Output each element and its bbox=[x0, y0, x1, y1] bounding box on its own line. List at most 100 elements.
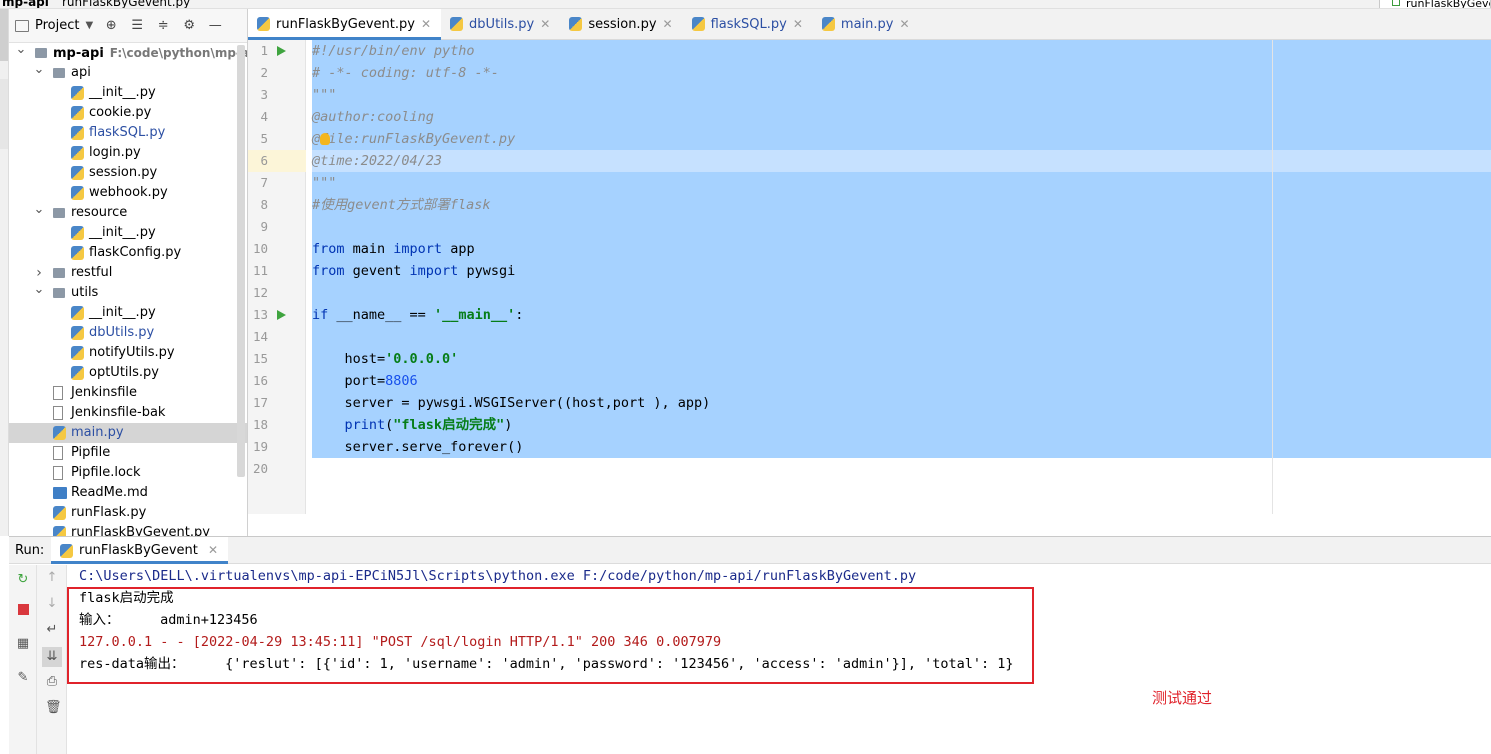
code-line[interactable]: 14 bbox=[248, 326, 1491, 348]
editor-tab[interactable]: session.py ✕ bbox=[560, 9, 682, 40]
tree-item[interactable]: ReadMe.md bbox=[9, 483, 247, 503]
tree-item[interactable]: login.py bbox=[9, 143, 247, 163]
chevron-down-icon[interactable]: ⌄ bbox=[15, 40, 27, 60]
scroll-to-end-icon[interactable]: ⇊ bbox=[42, 647, 62, 667]
layout-icon[interactable]: ▦ bbox=[16, 637, 30, 651]
code-line[interactable]: 19 server.serve_forever() bbox=[248, 436, 1491, 458]
editor-tab[interactable]: main.py ✕ bbox=[813, 9, 920, 40]
code-text: """ bbox=[312, 172, 336, 194]
print-icon[interactable]: ⎙ bbox=[45, 675, 59, 689]
code-line[interactable]: 16 port=8806 bbox=[248, 370, 1491, 392]
code-line[interactable]: 6 @time:2022/04/23 bbox=[248, 150, 1491, 172]
tree-item[interactable]: main.py bbox=[9, 423, 247, 443]
line-number: 12 bbox=[252, 285, 268, 300]
tree-item[interactable]: runFlask.py bbox=[9, 503, 247, 523]
code-line[interactable]: 10 from main import app bbox=[248, 238, 1491, 260]
code-line[interactable]: 5 @file:runFlaskByGevent.py bbox=[248, 128, 1491, 150]
run-tab[interactable]: runFlaskByGevent ✕ bbox=[51, 537, 229, 564]
project-panel-title[interactable]: Project bbox=[35, 18, 79, 33]
code-line[interactable]: 13 if __name__ == '__main__': bbox=[248, 304, 1491, 326]
pin-icon[interactable]: ✎ bbox=[16, 671, 30, 685]
expand-all-icon[interactable]: ☰ bbox=[129, 18, 145, 34]
close-icon[interactable]: ✕ bbox=[663, 17, 673, 31]
chevron-down-icon[interactable]: ⌄ bbox=[33, 200, 45, 220]
breadcrumb-file[interactable]: runFlaskByGevent.py bbox=[62, 0, 190, 8]
code-line[interactable]: 8 #使用gevent方式部署flask bbox=[248, 194, 1491, 216]
soft-wrap-icon[interactable]: ↵ bbox=[45, 623, 59, 637]
tree-item[interactable]: __init__.py bbox=[9, 303, 247, 323]
tree-item[interactable]: Pipfile.lock bbox=[9, 463, 247, 483]
console-output[interactable]: 测试通过 C:\Users\DELL\.virtualenvs\mp-api-E… bbox=[67, 565, 1491, 754]
tree-item[interactable]: Jenkinsfile bbox=[9, 383, 247, 403]
tree-item[interactable]: session.py bbox=[9, 163, 247, 183]
tree-item[interactable]: Jenkinsfile-bak bbox=[9, 403, 247, 423]
tree-item[interactable]: ⌄ api bbox=[9, 60, 247, 83]
stop-icon[interactable] bbox=[16, 604, 30, 618]
code-line[interactable]: 20 bbox=[248, 458, 1491, 480]
tree-item[interactable]: __init__.py bbox=[9, 83, 247, 103]
console-line: 127.0.0.1 - - [2022-04-29 13:45:11] "POS… bbox=[79, 634, 722, 650]
line-number: 19 bbox=[252, 439, 268, 454]
code-line[interactable]: 11 from gevent import pywsgi bbox=[248, 260, 1491, 282]
code-line[interactable]: 3 """ bbox=[248, 84, 1491, 106]
code-token: server = pywsgi.WSGIServer((host,port ),… bbox=[312, 395, 711, 411]
project-tree: ⌄ mp-api F:\code\python\mp-ap ⌄ api __init__.… bbox=[9, 40, 247, 536]
code-text: """ bbox=[312, 84, 336, 106]
code-token: server.serve_forever() bbox=[312, 439, 524, 455]
project-scrollbar[interactable] bbox=[237, 45, 245, 477]
breadcrumb-project[interactable]: mp-api bbox=[2, 0, 49, 8]
code-line[interactable]: 18 print("flask启动完成") bbox=[248, 414, 1491, 436]
arrow-down-icon[interactable]: ↓ bbox=[45, 597, 59, 611]
code-line[interactable]: 1 #!/usr/bin/env pytho bbox=[248, 40, 1491, 62]
tree-item[interactable]: ⌄ resource bbox=[9, 200, 247, 223]
editor-tab[interactable]: dbUtils.py ✕ bbox=[441, 9, 560, 40]
tree-item[interactable]: optUtils.py bbox=[9, 363, 247, 383]
run-tab-label: runFlaskByGevent bbox=[79, 543, 198, 558]
chevron-down-icon[interactable]: ▼ bbox=[85, 20, 93, 31]
python-file-icon bbox=[71, 366, 84, 380]
lightbulb-icon[interactable] bbox=[320, 133, 330, 145]
code-line[interactable]: 4 @author:cooling bbox=[248, 106, 1491, 128]
rerun-icon[interactable]: ↻ bbox=[16, 573, 30, 587]
close-icon[interactable]: ✕ bbox=[899, 17, 909, 31]
tree-item[interactable]: cookie.py bbox=[9, 103, 247, 123]
close-icon[interactable]: ✕ bbox=[421, 17, 431, 31]
tree-item[interactable]: runFlaskByGevent.py bbox=[9, 523, 247, 536]
python-file-icon bbox=[71, 106, 84, 120]
line-number: 4 bbox=[260, 109, 268, 124]
right-margin-guide bbox=[1272, 40, 1273, 514]
jenkins-tool-tab[interactable] bbox=[0, 79, 8, 149]
tree-item[interactable]: dbUtils.py bbox=[9, 323, 247, 343]
editor-tab[interactable]: runFlaskByGevent.py ✕ bbox=[248, 9, 442, 40]
code-line[interactable]: 15 host='0.0.0.0' bbox=[248, 348, 1491, 370]
gear-icon[interactable]: ⚙ bbox=[181, 18, 197, 34]
code-editor[interactable]: 1 #!/usr/bin/env pytho 2 # -*- coding: utf-… bbox=[248, 40, 1491, 514]
code-line[interactable]: 12 bbox=[248, 282, 1491, 304]
close-icon[interactable]: ✕ bbox=[540, 17, 550, 31]
run-config-selector[interactable]: runFlaskByGevent bbox=[1379, 0, 1491, 8]
code-line[interactable]: 2 # -*- coding: utf-8 -*- bbox=[248, 62, 1491, 84]
locate-file-icon[interactable]: ⊕ bbox=[103, 18, 119, 34]
tree-item[interactable]: Pipfile bbox=[9, 443, 247, 463]
chevron-down-icon[interactable]: ⌄ bbox=[33, 60, 45, 80]
trash-icon[interactable]: 🗑 bbox=[45, 701, 62, 715]
close-icon[interactable]: ✕ bbox=[208, 543, 218, 557]
project-tool-tab[interactable] bbox=[0, 9, 8, 61]
tree-item-label: Jenkinsfile-bak bbox=[71, 405, 166, 420]
run-gutter-icon[interactable] bbox=[277, 46, 286, 56]
code-line[interactable]: 7 """ bbox=[248, 172, 1491, 194]
collapse-all-icon[interactable]: ≑ bbox=[155, 18, 171, 34]
code-line[interactable]: 17 server = pywsgi.WSGIServer((host,port… bbox=[248, 392, 1491, 414]
tree-item[interactable]: __init__.py bbox=[9, 223, 247, 243]
chevron-down-icon[interactable]: ⌄ bbox=[33, 280, 45, 300]
run-gutter-icon[interactable] bbox=[277, 310, 286, 320]
tree-item[interactable]: flaskSQL.py bbox=[9, 123, 247, 143]
close-icon[interactable]: ✕ bbox=[793, 17, 803, 31]
editor-tab[interactable]: flaskSQL.py ✕ bbox=[683, 9, 813, 40]
tree-item[interactable]: notifyUtils.py bbox=[9, 343, 247, 363]
hide-panel-icon[interactable]: — bbox=[207, 18, 223, 34]
tree-item[interactable]: flaskConfig.py bbox=[9, 243, 247, 263]
tree-item[interactable]: ⌄ utils bbox=[9, 280, 247, 303]
arrow-up-icon[interactable]: ↑ bbox=[45, 571, 59, 585]
code-line[interactable]: 9 bbox=[248, 216, 1491, 238]
